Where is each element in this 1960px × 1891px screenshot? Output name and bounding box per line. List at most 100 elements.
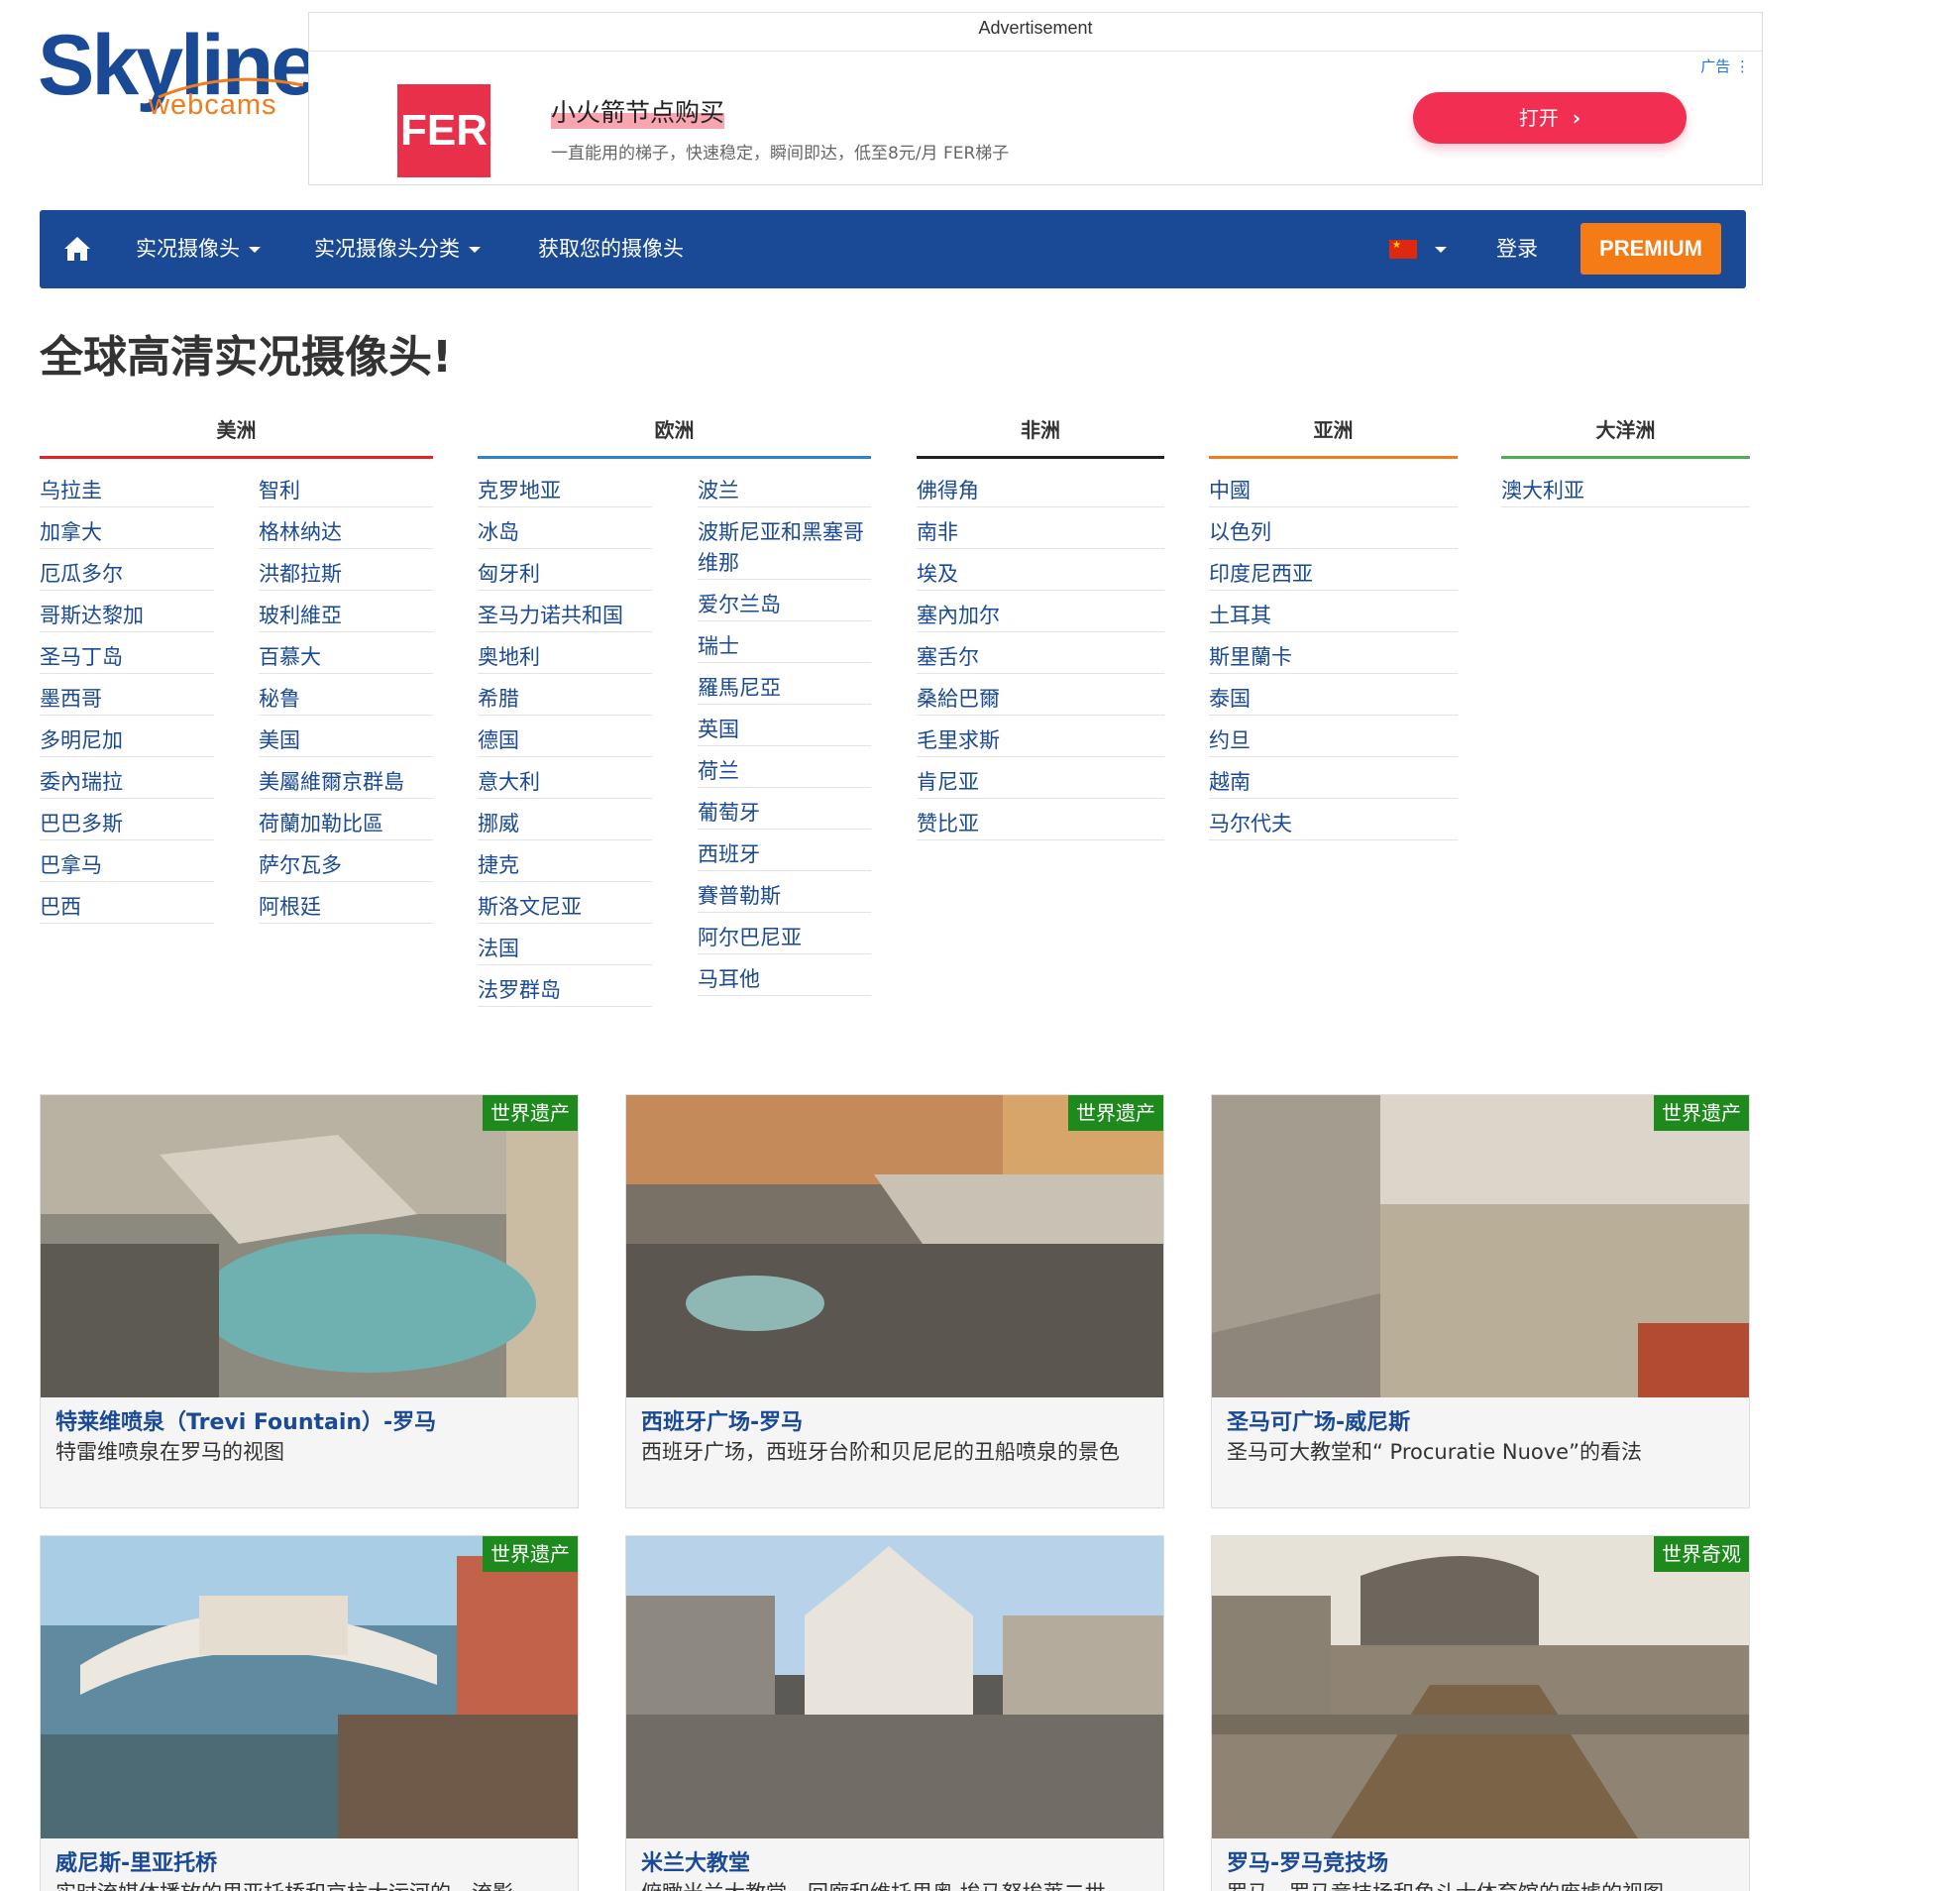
advertisement[interactable]: Advertisement FER 小火箭节点购买 一直能用的梯子，快速稳定，瞬… [308,12,1763,185]
country-link[interactable]: 德国 [478,725,652,757]
country-link[interactable]: 南非 [917,517,1164,549]
ad-content[interactable]: FER 小火箭节点购买 一直能用的梯子，快速稳定，瞬间即达，低至8元/月 FER… [309,51,1762,184]
country-link[interactable]: 英国 [698,715,871,746]
country-link[interactable]: 意大利 [478,767,652,799]
china-flag-icon[interactable]: ★ [1389,240,1417,259]
country-link[interactable]: 中國 [1209,476,1458,507]
country-link[interactable]: 匈牙利 [478,559,652,591]
country-link[interactable]: 巴西 [40,892,214,924]
webcam-card-milan-duomo[interactable]: 米兰大教堂 俯瞰米兰大教堂，回廊和维托里奥·埃马努埃莱二世 [625,1535,1164,1891]
nav-webcam-categories[interactable]: 实况摄像头分类 [314,210,481,288]
country-link[interactable]: 瑞士 [698,631,871,663]
ad-brand-logo[interactable]: FER [397,84,490,177]
country-link[interactable]: 洪都拉斯 [259,559,433,591]
country-link[interactable]: 泰国 [1209,684,1458,716]
webcam-card-spanish-steps[interactable]: 世界遗产 西班牙广场-罗马 西班牙广场，西班牙台阶和贝尼尼的丑船喷泉的景色 [625,1094,1164,1508]
country-link[interactable]: 巴拿马 [40,850,214,882]
card-title[interactable]: 特莱维喷泉（Trevi Fountain）-罗马 [55,1404,436,1436]
country-link[interactable]: 桑給巴爾 [917,684,1164,716]
country-link[interactable]: 荷蘭加勒比區 [259,809,433,840]
country-link[interactable]: 塞內加尔 [917,601,1164,632]
webcam-thumbnail[interactable] [626,1095,1164,1397]
card-title[interactable]: 威尼斯-里亚托桥 [55,1845,217,1877]
country-link[interactable]: 以色列 [1209,517,1458,549]
premium-button[interactable]: PREMIUM [1580,223,1721,275]
webcam-thumbnail[interactable] [1212,1095,1750,1397]
card-title[interactable]: 圣马可广场-威尼斯 [1227,1404,1410,1436]
country-link[interactable]: 斯里蘭卡 [1209,642,1458,674]
country-link[interactable]: 马耳他 [698,964,871,996]
country-link[interactable]: 多明尼加 [40,725,214,757]
webcam-thumbnail[interactable] [1212,1536,1750,1838]
card-title[interactable]: 西班牙广场-罗马 [641,1404,803,1436]
nav-get-your-webcam[interactable]: 获取您的摄像头 [538,210,684,288]
country-column: 智利格林纳达洪都拉斯玻利維亞百慕大秘鲁美国美屬維爾京群島 荷蘭加勒比區 萨尔瓦多阿根… [259,476,433,934]
country-link[interactable]: 賽普勒斯 [698,881,871,913]
webcam-card-rialto[interactable]: 世界遗产 威尼斯-里亚托桥 实时流媒体播放的里亚托桥和京杭大运河的一流影 [40,1535,579,1891]
country-link[interactable]: 羅馬尼亞 [698,673,871,705]
country-link[interactable]: 爱尔兰岛 [698,590,871,621]
country-link[interactable]: 土耳其 [1209,601,1458,632]
country-link[interactable]: 西班牙 [698,839,871,871]
country-link[interactable]: 法国 [478,934,652,965]
webcam-card-san-marco[interactable]: 世界遗产 圣马可广场-威尼斯 圣马可大教堂和“ Procuratie Nuove… [1211,1094,1750,1508]
ad-open-button[interactable]: 打开 › [1413,92,1687,144]
country-link[interactable]: 约旦 [1209,725,1458,757]
webcam-thumbnail[interactable] [626,1536,1164,1838]
ad-choices-tag[interactable]: 广告 ⋮ [1700,56,1750,76]
country-link[interactable]: 斯洛文尼亚 [478,892,652,924]
country-link[interactable]: 巴巴多斯 [40,809,214,840]
country-link[interactable]: 墨西哥 [40,684,214,716]
country-link[interactable]: 塞舌尔 [917,642,1164,674]
country-link[interactable]: 马尔代夫 [1209,809,1458,840]
nav-live-webcams[interactable]: 实况摄像头 [136,210,261,288]
country-link[interactable]: 百慕大 [259,642,433,674]
country-link[interactable]: 格林纳达 [259,517,433,549]
country-link[interactable]: 波兰 [698,476,871,507]
country-link[interactable]: 奥地利 [478,642,652,674]
webcam-thumbnail[interactable] [41,1095,579,1397]
country-link[interactable]: 厄瓜多尔 [40,559,214,591]
country-link[interactable]: 毛里求斯 [917,725,1164,757]
country-link[interactable]: 冰岛 [478,517,652,549]
country-link[interactable]: 挪威 [478,809,652,840]
country-link[interactable]: 加拿大 [40,517,214,549]
card-title[interactable]: 米兰大教堂 [641,1845,750,1877]
country-link[interactable]: 葡萄牙 [698,798,871,830]
country-link[interactable]: 圣马力诺共和国 [478,601,652,632]
country-link[interactable]: 克罗地亚 [478,476,652,507]
country-link[interactable]: 印度尼西亚 [1209,559,1458,591]
country-link[interactable]: 玻利維亞 [259,601,433,632]
country-link[interactable]: 波斯尼亚和黑塞哥维那 [698,517,871,580]
country-link[interactable]: 智利 [259,476,433,507]
country-link[interactable]: 希腊 [478,684,652,716]
webcam-card-trevi[interactable]: 世界遗产 特莱维喷泉（Trevi Fountain）-罗马 特雷维喷泉在罗马的视… [40,1094,579,1508]
country-link[interactable]: 乌拉圭 [40,476,214,507]
webcam-card-colosseum[interactable]: 世界奇观 罗马-罗马竞技场 罗马，罗马竞技场和角斗士体育馆的废墟的视图 [1211,1535,1750,1891]
country-link[interactable]: 阿根廷 [259,892,433,924]
webcam-thumbnail[interactable] [41,1536,579,1838]
language-caret-icon[interactable] [1435,247,1447,253]
country-link[interactable]: 捷克 [478,850,652,882]
country-link[interactable]: 哥斯达黎加 [40,601,214,632]
country-link[interactable]: 圣马丁岛 [40,642,214,674]
country-link[interactable]: 委內瑞拉 [40,767,214,799]
home-icon[interactable] [63,236,91,262]
country-link[interactable]: 肯尼亚 [917,767,1164,799]
country-link[interactable]: 美国 [259,725,433,757]
country-link[interactable]: 美屬維爾京群島 [259,767,433,799]
login-link[interactable]: 登录 [1496,210,1538,288]
skyline-logo[interactable]: Skyline webcams [38,23,318,125]
ad-title[interactable]: 小火箭节点购买 [551,93,725,129]
country-link[interactable]: 阿尔巴尼亚 [698,923,871,954]
country-link[interactable]: 法罗群岛 [478,975,652,1007]
country-link[interactable]: 埃及 [917,559,1164,591]
country-link[interactable]: 萨尔瓦多 [259,850,433,882]
card-title[interactable]: 罗马-罗马竞技场 [1227,1845,1388,1877]
country-link[interactable]: 秘鲁 [259,684,433,716]
country-link[interactable]: 赞比亚 [917,809,1164,840]
country-link[interactable]: 荷兰 [698,756,871,788]
country-link[interactable]: 佛得角 [917,476,1164,507]
country-link[interactable]: 越南 [1209,767,1458,799]
country-link[interactable]: 澳大利亚 [1501,476,1750,507]
